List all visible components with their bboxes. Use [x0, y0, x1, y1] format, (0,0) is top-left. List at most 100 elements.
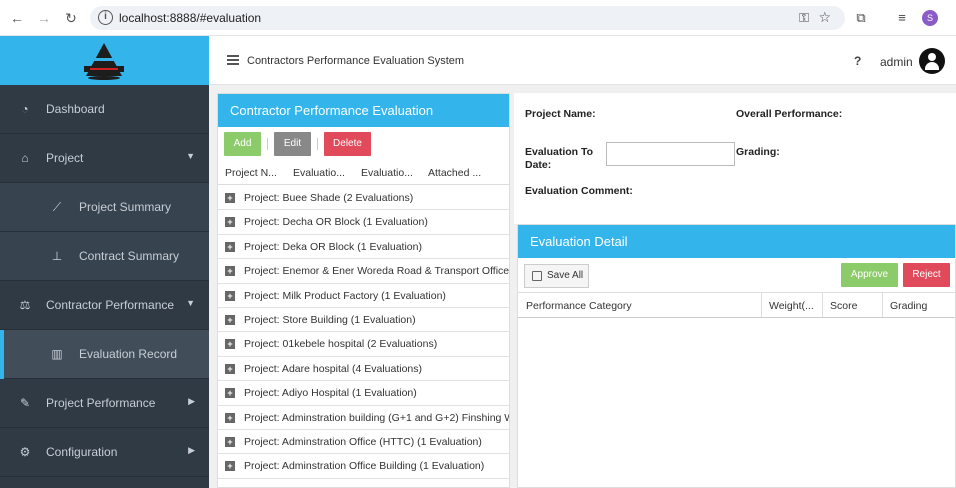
sidebar-item-evaluation-record[interactable]: ▥ Evaluation Record	[0, 330, 209, 379]
sidebar-item-dashboard[interactable]: ◔ Dashboard	[0, 85, 209, 134]
table-row[interactable]: + Project: Adare hospital (4 Evaluations)	[218, 357, 509, 382]
approve-button[interactable]: Approve	[841, 263, 898, 287]
row-text: Project: Adiyo Hospital (1 Evaluation)	[244, 387, 417, 400]
column-header[interactable]: Performance Category	[526, 300, 632, 312]
column-header[interactable]: Project N...	[225, 167, 277, 179]
chart-line-icon: ⟋	[52, 200, 62, 214]
column-header[interactable]: Score	[830, 300, 857, 312]
column-header[interactable]: Evaluatio...	[293, 167, 345, 179]
row-text: Project: Adminstration Office Building (…	[244, 460, 485, 473]
sidebar-item-contractor-performance[interactable]: ⚖ Contractor Performance ▼	[0, 281, 209, 330]
expand-icon[interactable]: +	[225, 217, 235, 228]
table-row[interactable]: + Project: Enemor & Ener Woreda Road & Tr…	[218, 259, 509, 284]
sidebar-item-project[interactable]: ⌂ Project ▼	[0, 134, 209, 183]
user-avatar-icon[interactable]	[919, 48, 945, 74]
address-bar[interactable]: i localhost:8888/#evaluation ⚿ ☆	[90, 6, 845, 30]
project-name-label: Project Name:	[525, 108, 596, 120]
expand-icon[interactable]: +	[225, 266, 235, 277]
menu-toggle-icon[interactable]	[227, 55, 239, 65]
bookmark-star-icon[interactable]: ☆	[818, 9, 831, 26]
evaluation-form: Project Name: Overall Performance: Evalu…	[514, 93, 956, 224]
profile-avatar[interactable]: S	[922, 10, 938, 26]
site-info-icon[interactable]: i	[98, 10, 113, 25]
table-row[interactable]: + Project: Adiyo Hospital (1 Evaluation)	[218, 381, 509, 406]
save-all-button[interactable]: Save All	[524, 264, 589, 288]
expand-icon[interactable]: +	[225, 290, 235, 301]
sidebar-item-label: Configuration	[46, 445, 118, 459]
table-row[interactable]: + Project: Adminstration building (G+1 an…	[218, 406, 509, 430]
edit-icon: ✎	[19, 396, 31, 410]
add-button[interactable]: Add	[224, 132, 261, 156]
sidebar-item-label: Contractor Performance	[46, 298, 175, 312]
password-key-icon[interactable]: ⚿	[799, 10, 809, 26]
expand-icon[interactable]: +	[225, 412, 235, 423]
table-row[interactable]: + Project: Adminstration Office Building …	[218, 454, 509, 479]
help-icon[interactable]: ?	[854, 54, 861, 68]
sidebar-item-label: Project	[46, 151, 84, 165]
table-row[interactable]: + Project: Deka OR Block (1 Evaluation)	[218, 235, 509, 260]
column-header[interactable]: Evaluatio...	[361, 167, 413, 179]
expand-icon[interactable]: +	[225, 241, 235, 252]
row-text: Project: Adare hospital (4 Evaluations)	[244, 362, 423, 375]
pin-icon: ⊥	[51, 249, 63, 263]
panel-title: Contractor Performance Evaluation	[218, 94, 509, 127]
expand-icon[interactable]: +	[225, 363, 235, 374]
row-text: Project: Store Building (1 Evaluation)	[244, 314, 416, 326]
column-header[interactable]: Grading	[890, 300, 927, 312]
save-icon	[532, 271, 542, 281]
back-arrow-icon[interactable]: ←	[8, 9, 26, 27]
column-divider	[822, 293, 823, 317]
divider	[267, 138, 268, 150]
table-row[interactable]: + Project: Decha OR Block (1 Evaluation)	[218, 210, 509, 235]
expand-icon[interactable]: +	[225, 339, 235, 350]
row-text: Project: Buee Shade (2 Evaluations)	[244, 192, 414, 204]
gear-icon: ⚙	[19, 445, 31, 459]
table-row[interactable]: + Project: Store Building (1 Evaluation)	[218, 308, 509, 333]
sidebar-item-label: Project Performance	[46, 396, 156, 410]
user-name[interactable]: admin	[880, 55, 913, 69]
evaluation-detail-panel: Evaluation Detail Save All Approve Rejec…	[517, 224, 956, 488]
table-row[interactable]: + Project: Adminstration Office (HTTC) (1…	[218, 430, 509, 455]
forward-arrow-icon[interactable]: →	[35, 9, 53, 27]
column-divider	[761, 293, 762, 317]
detail-grid-header: Performance Category Weight(... Score Gr…	[518, 292, 955, 318]
column-divider	[882, 293, 883, 317]
table-row[interactable]: + Project: Buee Shade (2 Evaluations)	[218, 186, 509, 211]
sidebar-item-configuration[interactable]: ⚙ Configuration ▶	[0, 428, 209, 477]
reject-button[interactable]: Reject	[903, 263, 950, 287]
extensions-icon[interactable]: ⧉	[852, 9, 870, 27]
expand-icon[interactable]: +	[225, 315, 235, 325]
app-title: Contractors Performance Evaluation Syste…	[247, 55, 465, 67]
reading-list-icon[interactable]: ≡	[893, 9, 911, 27]
expand-icon[interactable]: +	[225, 388, 235, 399]
evaluation-comment-label: Evaluation Comment:	[525, 185, 633, 197]
company-logo-icon	[84, 43, 124, 80]
evaluation-list-panel: Contractor Performance Evaluation Add Ed…	[217, 93, 510, 488]
expand-icon[interactable]: +	[225, 193, 235, 203]
balance-scale-icon: ⚖	[19, 298, 31, 312]
sidebar-item-contract-summary[interactable]: ⊥ Contract Summary	[0, 232, 209, 281]
sidebar-item-project-performance[interactable]: ✎ Project Performance ▶	[0, 379, 209, 428]
url-text: localhost:8888/#evaluation	[119, 11, 262, 25]
evaluation-to-date-input[interactable]	[606, 142, 735, 166]
panel-title: Evaluation Detail	[518, 225, 955, 258]
logo-area[interactable]	[0, 36, 209, 85]
table-row[interactable]: + Project: 01kebele hospital (2 Evaluatio…	[218, 332, 509, 357]
table-row[interactable]: + Project: Milk Product Factory (1 Evalua…	[218, 284, 509, 308]
row-text: Project: Deka OR Block (1 Evaluation)	[244, 240, 422, 253]
delete-button[interactable]: Delete	[324, 132, 371, 156]
expand-icon[interactable]: +	[225, 437, 235, 447]
sidebar-item-project-summary[interactable]: ⟋ Project Summary	[0, 183, 209, 232]
sidebar-item-label: Dashboard	[46, 102, 105, 116]
sidebar-item-label: Project Summary	[79, 200, 172, 214]
column-header[interactable]: Weight(...	[769, 300, 814, 312]
save-all-label: Save All	[547, 270, 584, 281]
row-text: Project: 01kebele hospital (2 Evaluation…	[244, 338, 438, 351]
date-label: Date:	[525, 159, 552, 171]
reload-icon[interactable]: ↻	[62, 9, 80, 27]
overall-performance-label: Overall Performance:	[736, 108, 843, 120]
edit-button[interactable]: Edit	[274, 132, 311, 156]
caret-down-icon: ▼	[186, 151, 195, 161]
expand-icon[interactable]: +	[225, 461, 235, 472]
column-header[interactable]: Attached ...	[428, 167, 481, 179]
